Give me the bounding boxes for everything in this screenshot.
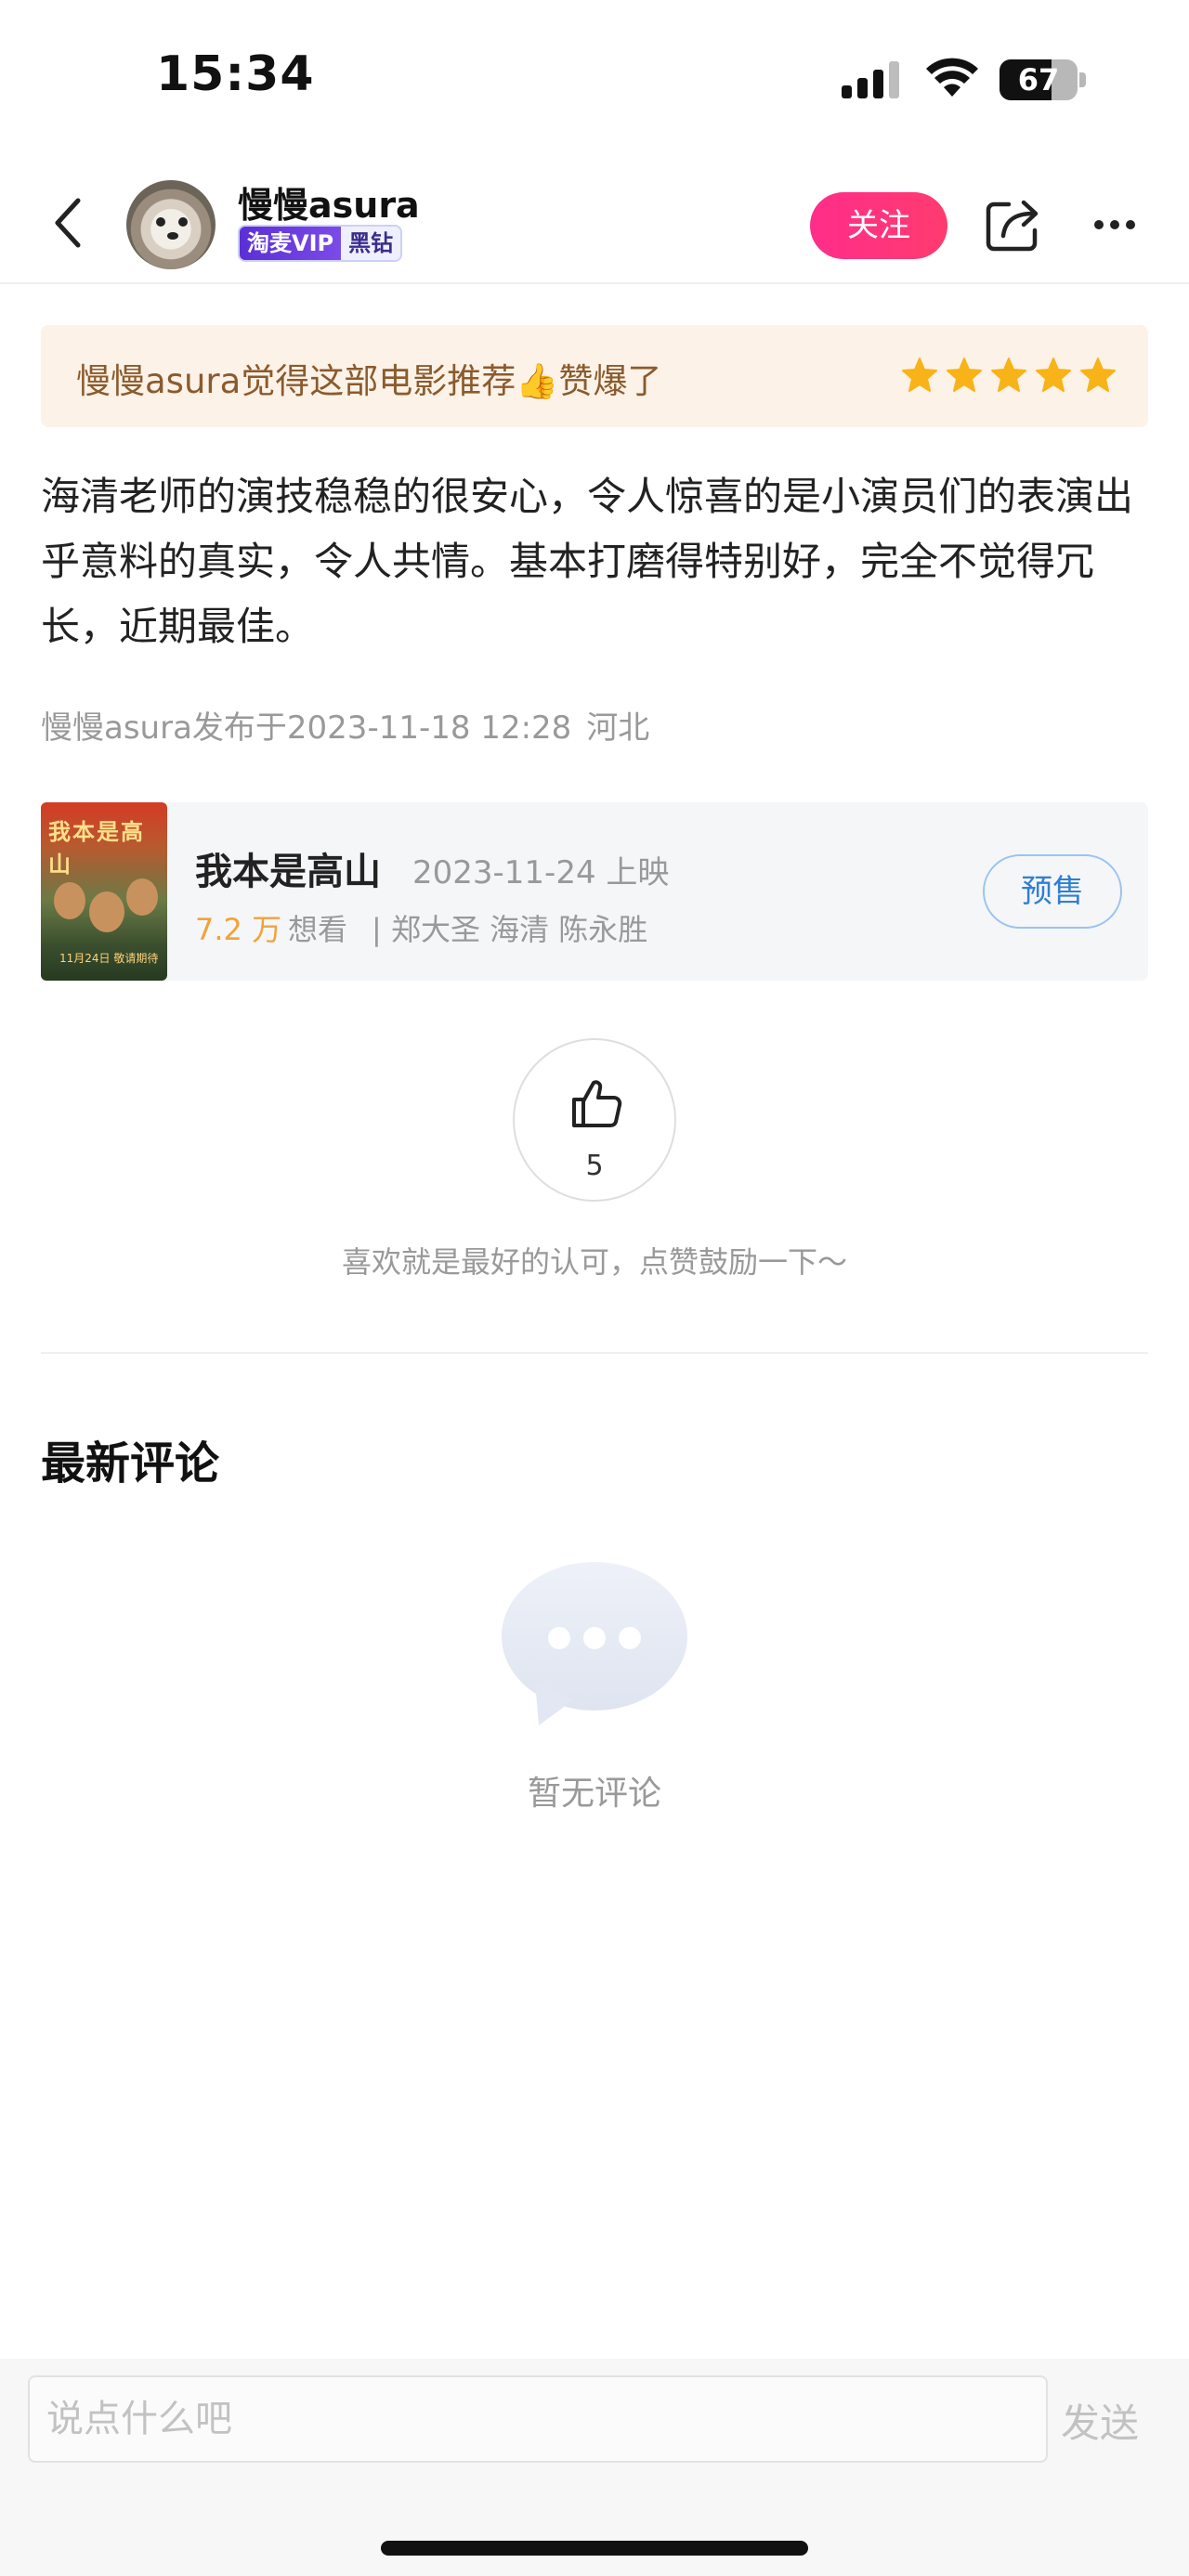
vip-label: 淘麦VIP (240, 227, 342, 260)
battery-icon: 67 (1000, 59, 1087, 100)
wifi-icon (926, 58, 978, 97)
poster-title: 我本是高山 (48, 819, 145, 878)
vip-badge: 淘麦VIP 黑钻 (238, 225, 403, 262)
movie-poster[interactable]: 我本是高山 11月24日 敬请期待 (41, 802, 167, 981)
star-icon (947, 358, 982, 392)
movie-cast: | 郑大圣 海清 陈永胜 (372, 912, 648, 947)
more-icon[interactable] (1092, 215, 1137, 234)
movie-card[interactable]: 我本是高山 11月24日 敬请期待 我本是高山 2023-11-24 上映 7.… (41, 802, 1148, 981)
diamond-label: 黑钻 (341, 227, 401, 260)
star-icon (1080, 358, 1116, 392)
comments-title: 最新评论 (41, 1438, 220, 1490)
movie-want-label: 想看 (288, 912, 348, 947)
divider (41, 1352, 1148, 1354)
home-indicator (381, 2541, 808, 2556)
send-button[interactable]: 发送 (1061, 2392, 1139, 2449)
like-button[interactable]: 5 (513, 1038, 676, 1202)
movie-title[interactable]: 我本是高山 (195, 841, 381, 895)
empty-comments-text: 暂无评论 (527, 1775, 661, 1813)
movie-want-count: 7.2 万 (195, 912, 282, 947)
status-time: 15:34 (156, 46, 315, 102)
poster-date: 11月24日 敬请期待 (59, 952, 159, 965)
rating-stars (901, 357, 1117, 394)
chevron-left-icon[interactable] (46, 195, 91, 251)
cellular-signal-icon (842, 61, 899, 98)
review-meta: 慢慢asura发布于2023-11-18 12:28 河北 (41, 702, 649, 748)
comment-input[interactable] (28, 2375, 1048, 2463)
star-icon (1036, 358, 1071, 392)
rating-banner: 慢慢asura觉得这部电影推荐👍赞爆了 (41, 325, 1148, 427)
like-hint: 喜欢就是最好的认可，点赞鼓励一下～ (341, 1244, 847, 1280)
username[interactable]: 慢慢asura (238, 176, 420, 228)
review-text: 海清老师的演技稳稳的很安心，令人惊喜的是小演员们的表演出乎意料的真实，令人共情。… (41, 474, 1134, 649)
rating-text: 慢慢asura觉得这部电影推荐👍赞爆了 (76, 361, 662, 401)
review-location: 河北 (586, 709, 650, 747)
star-icon (902, 358, 937, 392)
like-count: 5 (585, 1150, 604, 1182)
thumbs-up-icon (572, 1080, 622, 1127)
share-icon[interactable] (985, 197, 1042, 253)
battery-percent: 67 (1017, 62, 1060, 98)
follow-button[interactable]: 关注 (810, 192, 947, 259)
comment-input-bar: 发送 (0, 2359, 1189, 2576)
status-bar: 15:34 67 (0, 0, 1189, 158)
movie-release-date: 2023-11-24 上映 (412, 854, 670, 891)
empty-comments-icon (502, 1562, 687, 1725)
presale-button[interactable]: 预售 (983, 854, 1122, 929)
nav-bar: 慢慢asura 淘麦VIP 黑钻 关注 (0, 158, 1189, 284)
review-publish-info: 慢慢asura发布于2023-11-18 12:28 (41, 709, 572, 747)
star-icon (991, 358, 1026, 392)
avatar[interactable] (126, 180, 216, 269)
